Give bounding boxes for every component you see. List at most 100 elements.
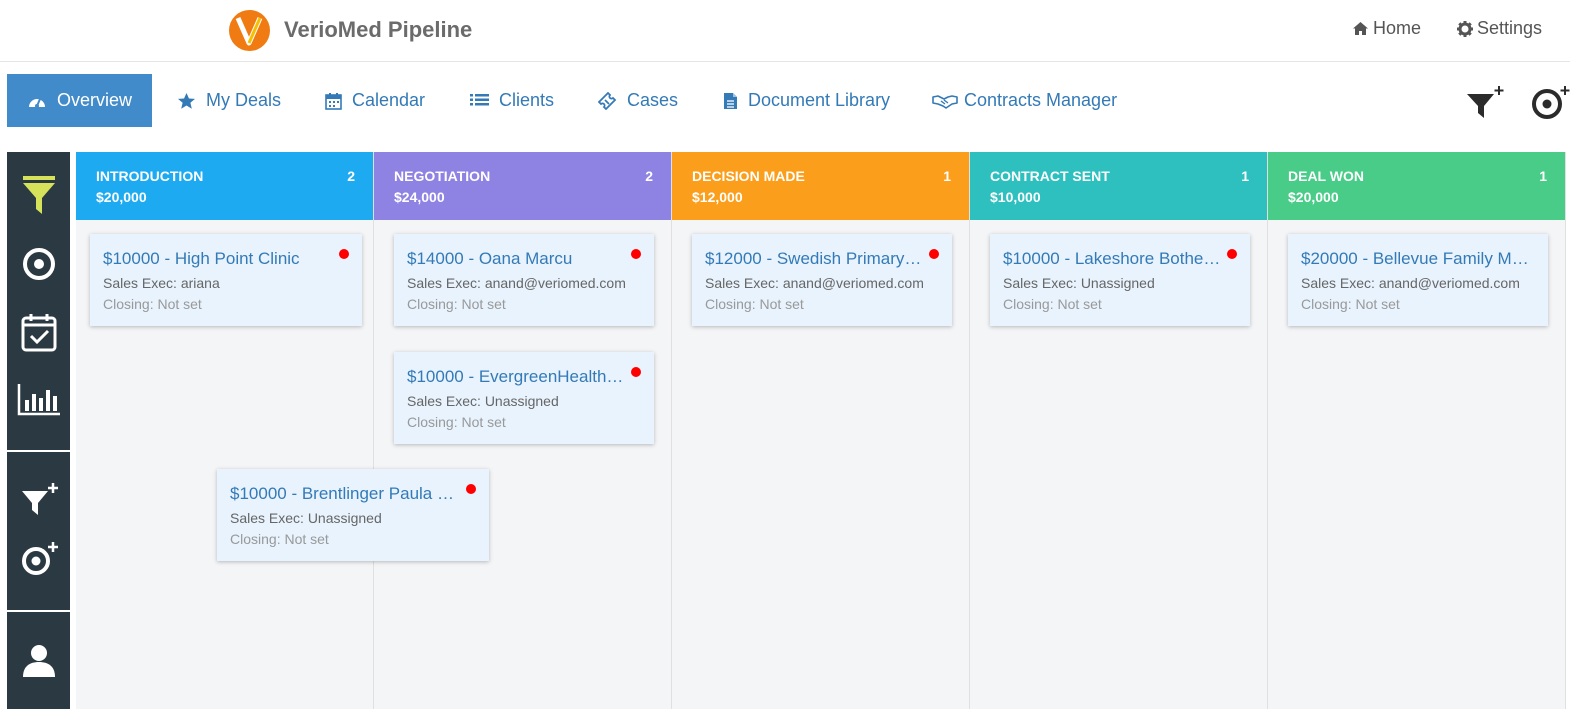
- rail-add-target-button[interactable]: [7, 541, 70, 577]
- deal-closing: Closing: Not set: [407, 296, 506, 312]
- add-pipeline-button[interactable]: [1466, 86, 1506, 125]
- tab-my-deals-label: My Deals: [206, 90, 282, 110]
- user-icon: [22, 645, 55, 677]
- deal-closing: Closing: Not set: [1003, 296, 1102, 312]
- deal-card[interactable]: $14000 - Oana Marcu Sales Exec: anand@ve…: [394, 234, 654, 326]
- app-logo: [229, 10, 270, 51]
- calendar-icon: [325, 92, 342, 110]
- deal-sales-exec: Sales Exec: anand@veriomed.com: [1301, 275, 1520, 291]
- stage-total: $24,000: [394, 189, 445, 205]
- tab-cases-label: Cases: [627, 90, 679, 110]
- stage-name: DEAL WON: [1288, 168, 1364, 184]
- deal-card[interactable]: $10000 - High Point Clinic Sales Exec: a…: [90, 234, 362, 326]
- stage-count: 1: [1241, 168, 1249, 184]
- rail-reports-button[interactable]: [7, 382, 70, 416]
- stage-count: 2: [645, 168, 653, 184]
- rail-targets-button[interactable]: [7, 246, 70, 282]
- deal-title: $14000 - Oana Marcu: [407, 249, 573, 268]
- deal-title: $20000 - Bellevue Family M…: [1301, 249, 1529, 268]
- tab-document-library[interactable]: Document Library: [723, 74, 890, 127]
- settings-link-label: Settings: [1477, 18, 1543, 38]
- rail-calendar-button[interactable]: [7, 312, 70, 352]
- document-icon: [724, 92, 737, 109]
- deal-title: $10000 - Brentlinger Paula …: [230, 484, 454, 503]
- deal-closing: Closing: Not set: [1301, 296, 1400, 312]
- tab-overview-label: Overview: [57, 90, 133, 110]
- dashboard-icon: [29, 98, 45, 108]
- stage-count: 1: [943, 168, 951, 184]
- stage-name: DECISION MADE: [692, 168, 805, 184]
- stage-header: CONTRACT SENT 1 $10,000: [970, 152, 1267, 220]
- list-icon: [470, 93, 489, 105]
- stage-name: CONTRACT SENT: [990, 168, 1110, 184]
- stage-total: $20,000: [96, 189, 147, 205]
- deal-title: $10000 - Lakeshore Bothe…: [1003, 249, 1221, 268]
- stage-name: NEGOTIATION: [394, 168, 491, 184]
- funnel-icon: [22, 176, 55, 214]
- deal-title: $10000 - High Point Clinic: [103, 249, 300, 268]
- home-link-label: Home: [1373, 18, 1422, 38]
- stage-count: 2: [347, 168, 355, 184]
- tab-my-deals[interactable]: My Deals: [177, 74, 281, 127]
- tab-clients[interactable]: Clients: [470, 74, 554, 127]
- home-link[interactable]: Home: [1352, 18, 1421, 39]
- deal-closing: Closing: Not set: [705, 296, 804, 312]
- deal-card[interactable]: $10000 - EvergreenHealth… Sales Exec: Un…: [394, 352, 654, 444]
- deal-sales-exec: Sales Exec: Unassigned: [1003, 275, 1155, 291]
- star-icon: [177, 92, 196, 109]
- stage-header: INTRODUCTION 2 $20,000: [76, 152, 373, 220]
- stage-total: $20,000: [1288, 189, 1339, 205]
- status-dot: [929, 249, 939, 259]
- deal-sales-exec: Sales Exec: anand@veriomed.com: [407, 275, 626, 291]
- deal-card-dragging[interactable]: $10000 - Brentlinger Paula … Sales Exec:…: [217, 469, 489, 561]
- tab-calendar-label: Calendar: [352, 90, 426, 110]
- deal-title: $10000 - EvergreenHealth…: [407, 367, 624, 386]
- tab-clients-label: Clients: [499, 90, 555, 110]
- deal-sales-exec: Sales Exec: ariana: [103, 275, 220, 291]
- deal-closing: Closing: Not set: [407, 414, 506, 430]
- target-plus-icon: [1532, 86, 1570, 119]
- stage-total: $10,000: [990, 189, 1041, 205]
- left-rail: [7, 152, 70, 709]
- deal-card[interactable]: $10000 - Lakeshore Bothe… Sales Exec: Un…: [990, 234, 1250, 326]
- stage-header: DECISION MADE 1 $12,000: [672, 152, 969, 220]
- stage-header: DEAL WON 1 $20,000: [1268, 152, 1565, 220]
- tab-contracts-manager[interactable]: Contracts Manager: [932, 74, 1117, 127]
- status-dot: [631, 367, 641, 377]
- tab-cases[interactable]: Cases: [598, 74, 678, 127]
- filter-plus-icon: [1467, 86, 1504, 118]
- deal-closing: Closing: Not set: [230, 531, 329, 547]
- stage-name: INTRODUCTION: [96, 168, 204, 184]
- main-nav: Overview My Deals Calendar Clients Cases…: [0, 62, 1570, 138]
- tab-document-library-label: Document Library: [748, 90, 891, 110]
- deal-sales-exec: Sales Exec: Unassigned: [230, 510, 382, 526]
- target-plus-icon: [21, 542, 58, 575]
- top-header: VerioMed Pipeline Home Settings: [0, 0, 1570, 62]
- add-target-button[interactable]: [1530, 86, 1570, 125]
- deal-card[interactable]: $12000 - Swedish Primary… Sales Exec: an…: [692, 234, 952, 326]
- rail-profile-button[interactable]: [7, 642, 70, 678]
- handshake-icon: [932, 94, 958, 109]
- stage-count: 1: [1539, 168, 1547, 184]
- rail-add-pipeline-button[interactable]: [7, 481, 70, 517]
- tab-calendar[interactable]: Calendar: [325, 74, 425, 127]
- deal-card[interactable]: $20000 - Bellevue Family M… Sales Exec: …: [1288, 234, 1548, 326]
- deal-title: $12000 - Swedish Primary…: [705, 249, 922, 268]
- status-dot: [631, 249, 641, 259]
- tab-contracts-manager-label: Contracts Manager: [964, 90, 1118, 110]
- gear-icon: [1457, 20, 1473, 37]
- rail-divider: [7, 610, 70, 612]
- target-icon: [22, 248, 55, 280]
- status-dot: [339, 249, 349, 259]
- stage-header: NEGOTIATION 2 $24,000: [374, 152, 671, 220]
- home-icon: [1353, 22, 1368, 35]
- filter-plus-icon: [21, 483, 58, 515]
- ticket-icon: [598, 91, 617, 110]
- settings-link[interactable]: Settings: [1457, 18, 1542, 39]
- rail-divider: [7, 450, 70, 452]
- rail-pipeline-button[interactable]: [7, 174, 70, 216]
- stage-total: $12,000: [692, 189, 743, 205]
- status-dot: [1227, 249, 1237, 259]
- tab-overview[interactable]: Overview: [7, 74, 152, 127]
- deal-sales-exec: Sales Exec: Unassigned: [407, 393, 559, 409]
